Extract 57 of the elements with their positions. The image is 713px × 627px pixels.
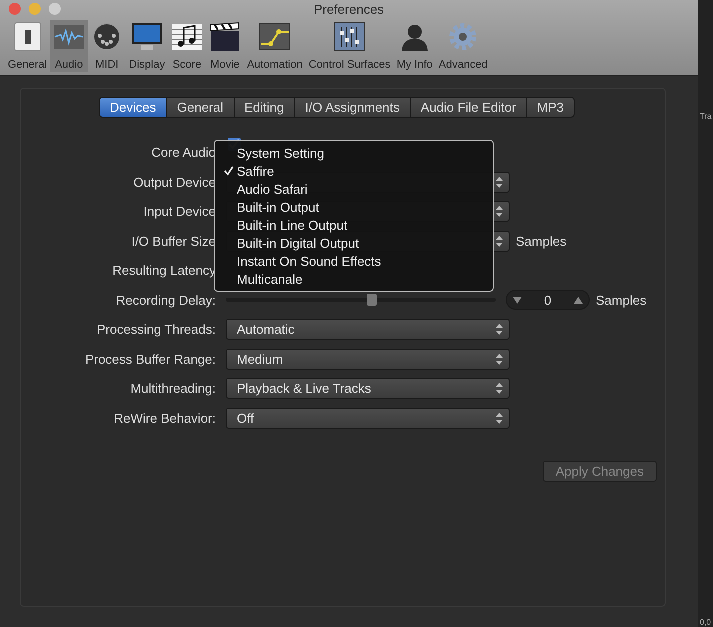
- updown-arrows-icon: [496, 412, 503, 424]
- stepper-field[interactable]: 0: [506, 290, 590, 310]
- toolbar-item[interactable]: Advanced: [436, 20, 491, 72]
- switch-icon: [12, 22, 44, 52]
- tab[interactable]: I/O Assignments: [294, 97, 411, 118]
- toolbar-item[interactable]: Automation: [244, 20, 306, 72]
- menu-item[interactable]: Built-in Digital Output: [237, 236, 360, 250]
- toolbar-item[interactable]: General: [5, 20, 50, 72]
- updown-arrows-icon: [496, 176, 503, 188]
- popup-menu[interactable]: Off: [226, 408, 510, 429]
- toolbar-item[interactable]: My Info: [394, 20, 436, 72]
- toolbar-item[interactable]: Display: [126, 20, 168, 72]
- unit-label: Samples: [516, 234, 567, 249]
- menu-item[interactable]: Instant On Sound Effects: [237, 254, 382, 268]
- updown-arrows-icon: [496, 236, 503, 247]
- automation-curve-icon: [259, 22, 292, 52]
- setting-label: Multithreading:: [130, 381, 217, 396]
- menu-item[interactable]: Saffire: [237, 164, 274, 178]
- menu-item[interactable]: Audio Safari: [237, 182, 308, 196]
- window-title: Preferences: [314, 2, 384, 19]
- popup-menu[interactable]: Automatic: [226, 319, 510, 340]
- toolbar-item[interactable]: Score: [168, 20, 206, 72]
- faders-icon: [334, 22, 366, 52]
- setting-label: ReWire Behavior:: [113, 410, 217, 426]
- value-label: 0,0: [700, 618, 712, 627]
- settings-icon: [447, 22, 480, 52]
- music-notes-icon: [171, 22, 204, 52]
- updown-arrows-icon: [496, 383, 503, 394]
- setting-label: Recording Delay:: [115, 292, 217, 308]
- monitor-icon: [131, 22, 164, 52]
- setting-label: Processing Threads:: [96, 322, 217, 338]
- menu-item[interactable]: Built-in Line Output: [237, 218, 348, 232]
- updown-arrows-icon: [496, 206, 503, 218]
- menu-item[interactable]: System Setting: [237, 146, 324, 160]
- updown-arrows-icon: [496, 354, 503, 365]
- tab[interactable]: Editing: [234, 97, 296, 118]
- unit-label: Samples: [596, 292, 647, 308]
- toolbar-item[interactable]: Movie: [206, 20, 244, 72]
- slider-thumb[interactable]: [366, 294, 377, 306]
- updown-arrows-icon: [496, 324, 503, 336]
- toolbar-item[interactable]: Audio: [50, 20, 88, 72]
- toolbar-item[interactable]: Control Surfaces: [306, 20, 394, 72]
- tab[interactable]: MP3: [526, 97, 576, 118]
- decrement-arrow-icon[interactable]: [513, 296, 522, 304]
- popup-menu[interactable]: Medium: [226, 348, 510, 370]
- track-label: Tra: [700, 112, 713, 121]
- menu-item[interactable]: Built-in Output: [237, 200, 320, 214]
- clapperboard-icon: [209, 22, 242, 52]
- menu-item[interactable]: Multicanale: [237, 272, 303, 286]
- tab[interactable]: General: [166, 97, 234, 118]
- setting-label: Process Buffer Range:: [84, 352, 217, 367]
- increment-arrow-icon[interactable]: [574, 296, 583, 304]
- waveform-icon: [53, 22, 86, 52]
- tab[interactable]: Audio File Editor: [410, 97, 528, 118]
- toolbar-item[interactable]: MIDI: [88, 20, 126, 72]
- popup-menu[interactable]: Playback & Live Tracks: [226, 378, 510, 400]
- tab[interactable]: Devices: [99, 97, 168, 118]
